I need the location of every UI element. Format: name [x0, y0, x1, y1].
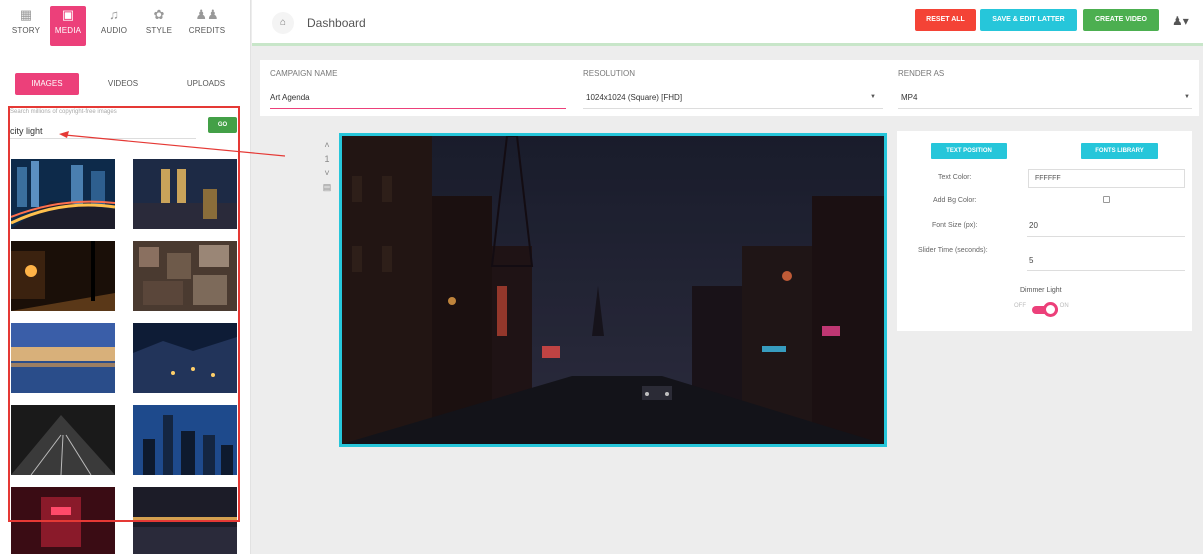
add-bg-color-checkbox[interactable]	[1103, 196, 1110, 203]
image-result[interactable]	[11, 487, 115, 554]
render-as-label: RENDER AS	[898, 69, 945, 78]
slider-time-input[interactable]: 5	[1029, 256, 1033, 265]
tab-credits[interactable]: ♟♟ CREDITS	[185, 6, 229, 46]
toggle-off-label: OFF	[1014, 303, 1026, 309]
fonts-library-button[interactable]: FONTS LIBRARY	[1081, 143, 1158, 159]
annotation-arrow	[59, 131, 286, 157]
tab-uploads[interactable]: UPLOADS	[178, 73, 234, 95]
tab-story[interactable]: ▦ STORY	[10, 6, 42, 46]
text-color-label: Text Color:	[938, 174, 972, 181]
campaign-name-underline	[270, 108, 566, 109]
chevron-up-icon[interactable]: ˄	[316, 138, 338, 152]
image-result[interactable]	[11, 405, 115, 475]
home-icon[interactable]: ⌂	[272, 12, 294, 34]
music-note-icon: ♫	[109, 7, 119, 22]
sidebar-top-nav: ▦ STORY ▣ MEDIA ♫ AUDIO ✿ STYLE ♟♟ CREDI…	[0, 0, 251, 50]
parking-lot-thumbnail	[11, 405, 115, 475]
dimmer-light-label: Dimmer Light	[1020, 287, 1062, 294]
page-title: Dashboard	[307, 16, 366, 30]
resolution-underline	[583, 108, 883, 109]
slide-controls: ˄ 1 ˅ ▤	[316, 138, 338, 218]
toggle-on-label: ON	[1059, 303, 1069, 309]
toggle-knob[interactable]	[1043, 302, 1058, 317]
chevron-down-icon[interactable]: ˅	[316, 166, 338, 180]
image-result[interactable]	[11, 241, 115, 311]
sidebar: ▦ STORY ▣ MEDIA ♫ AUDIO ✿ STYLE ♟♟ CREDI…	[0, 0, 251, 554]
campaign-name-input[interactable]: Art Agenda	[270, 93, 310, 102]
snowy-town-thumbnail	[133, 323, 237, 393]
street-night-thumbnail	[11, 241, 115, 311]
neon-street-thumbnail	[11, 487, 115, 554]
search-hint: Search millions of copyright-free images	[10, 109, 117, 115]
text-color-input[interactable]: FFFFFF	[1028, 169, 1185, 188]
save-edit-later-button[interactable]: SAVE & EDIT LATTER	[980, 9, 1077, 31]
slider-time-label: Slider Time (seconds):	[918, 247, 988, 254]
palette-icon: ✿	[153, 7, 165, 22]
reset-all-button[interactable]: RESET ALL	[915, 9, 976, 31]
tab-media[interactable]: ▣ MEDIA	[50, 6, 86, 46]
tab-images[interactable]: IMAGES	[15, 73, 79, 95]
city-night-thumbnail	[11, 159, 115, 229]
slider-time-underline	[1027, 270, 1185, 271]
resolution-select[interactable]: 1024x1024 (Square) [FHD]	[586, 93, 682, 102]
chevron-down-icon[interactable]: ▼	[1184, 94, 1190, 100]
skyline-dusk-thumbnail	[133, 405, 237, 475]
slide-preview[interactable]	[339, 133, 887, 447]
create-video-button[interactable]: CREATE VIDEO	[1083, 9, 1159, 31]
document-icon: ▦	[19, 7, 33, 22]
font-size-underline	[1027, 236, 1185, 237]
images-icon: ▣	[61, 7, 75, 22]
image-result[interactable]	[133, 405, 237, 475]
render-as-underline	[898, 108, 1192, 109]
font-size-label: Font Size (px):	[932, 222, 978, 229]
image-result[interactable]	[133, 159, 237, 229]
harbor-night-thumbnail	[133, 487, 237, 554]
campaign-name-label: CAMPAIGN NAME	[270, 69, 338, 78]
campaign-form: CAMPAIGN NAME Art Agenda RESOLUTION 1024…	[260, 60, 1199, 116]
waterfront-thumbnail	[11, 323, 115, 393]
image-result[interactable]	[133, 323, 237, 393]
tab-videos[interactable]: VIDEOS	[95, 73, 151, 95]
image-result[interactable]	[133, 241, 237, 311]
media-subtabs: IMAGES VIDEOS UPLOADS	[0, 73, 251, 95]
font-size-input[interactable]: 20	[1029, 221, 1038, 230]
image-result[interactable]	[11, 323, 115, 393]
add-bg-color-label: Add Bg Color:	[933, 197, 977, 204]
user-menu-icon[interactable]: ♟▾	[1172, 14, 1189, 28]
header-bar: ⌂ Dashboard RESET ALL SAVE & EDIT LATTER…	[252, 0, 1203, 46]
street-night-image	[342, 136, 884, 444]
chevron-down-icon[interactable]: ▼	[870, 94, 876, 100]
text-settings-panel: TEXT POSITION FONTS LIBRARY Text Color: …	[897, 131, 1192, 331]
resolution-label: RESOLUTION	[583, 69, 636, 78]
tab-style[interactable]: ✿ STYLE	[141, 6, 177, 46]
tab-audio[interactable]: ♫ AUDIO	[98, 6, 130, 46]
towers-thumbnail	[133, 159, 237, 229]
render-as-select[interactable]: MP4	[901, 93, 917, 102]
people-icon: ♟♟	[195, 7, 219, 22]
text-position-button[interactable]: TEXT POSITION	[931, 143, 1007, 159]
aerial-city-thumbnail	[133, 241, 237, 311]
image-result[interactable]	[11, 159, 115, 229]
image-result[interactable]	[133, 487, 237, 554]
delete-icon[interactable]: ▤	[316, 180, 338, 194]
slide-number: 1	[324, 154, 330, 164]
